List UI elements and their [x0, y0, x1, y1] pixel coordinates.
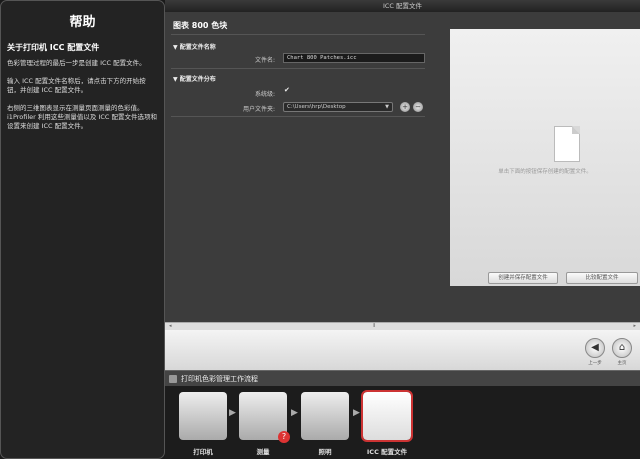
system-label: 系统级:: [254, 91, 275, 98]
arrow-right-icon: ▶: [291, 408, 298, 418]
scroll-thumb-icon[interactable]: ⦀: [373, 323, 375, 329]
step-label-icc-profile: ICC 配置文件: [366, 448, 408, 456]
add-folder-button[interactable]: +: [400, 102, 410, 112]
filename-label: 文件名:: [254, 57, 275, 64]
section-profile-name[interactable]: ▼ 配置文件名称: [173, 42, 216, 51]
user-folder-dropdown[interactable]: C:\Users\hrp\Desktop ▼: [283, 102, 393, 112]
arrow-right-icon: ▶: [353, 408, 360, 418]
filename-input[interactable]: Chart 800 Patches.icc: [283, 53, 425, 63]
help-badge-icon[interactable]: ?: [278, 431, 290, 443]
step-icc-profile[interactable]: [361, 390, 413, 442]
user-folder-value: C:\Users\hrp\Desktop: [287, 104, 346, 110]
profile-preview: 单击下面的按钮保存创建的配置文件。 创建并保存配置文件 比较配置文件: [450, 29, 640, 286]
help-subtitle: 关于打印机 ICC 配置文件: [7, 43, 100, 52]
workflow-title: 打印机色彩管理工作流程: [181, 375, 258, 383]
chevron-down-icon: ▼: [385, 104, 389, 110]
step-label-printer: 打印机: [193, 448, 213, 456]
remove-folder-button[interactable]: −: [413, 102, 423, 112]
step-label-lighting: 照明: [318, 448, 332, 456]
create-save-profile-button[interactable]: 创建并保存配置文件: [488, 272, 558, 284]
workflow-steps: 打印机 ▶ ? 测量 ▶ 照明 ▶ ICC 配置文件: [165, 386, 640, 459]
back-button[interactable]: ◀: [585, 338, 605, 358]
page-title: 图表 800 色块: [173, 21, 228, 30]
help-paragraph: 右侧的三维图表显示在测量页面测量的色彩值。i1Profiler 利用这些测量值以…: [7, 104, 158, 130]
scroll-left-icon[interactable]: ◂: [169, 323, 172, 329]
help-panel: 帮助 关于打印机 ICC 配置文件 色彩管理过程的最后一步是创建 ICC 配置文…: [0, 0, 165, 459]
back-label: 上一步: [588, 361, 602, 366]
user-folder-label: 用户文件夹:: [242, 106, 275, 113]
divider: [171, 68, 425, 69]
help-title: 帮助: [69, 15, 96, 30]
system-checkbox[interactable]: ✔: [284, 86, 290, 94]
divider: [171, 116, 425, 117]
help-paragraph: 输入 ICC 配置文件名称后，请点击下方的开始按钮，并创建 ICC 配置文件。: [7, 77, 146, 94]
step-lighting[interactable]: [301, 392, 349, 440]
document-icon: [554, 126, 580, 162]
step-printer[interactable]: [179, 392, 227, 440]
main-window: ICC 配置文件 图表 800 色块 ▼ 配置文件名称 文件名: Chart 8…: [165, 0, 640, 459]
scroll-right-icon[interactable]: ▸: [633, 323, 636, 329]
window-title: ICC 配置文件: [165, 0, 640, 12]
home-label: 主页: [617, 361, 627, 366]
workflow-bar: 打印机色彩管理工作流程: [165, 370, 640, 386]
section-profile-distribution[interactable]: ▼ 配置文件分布: [173, 74, 216, 83]
workflow-icon: [169, 375, 177, 383]
preview-hint: 单击下面的按钮保存创建的配置文件。: [498, 169, 592, 175]
arrow-right-icon: ▶: [229, 408, 236, 418]
content-area: 图表 800 色块 ▼ 配置文件名称 文件名: Chart 800 Patche…: [165, 12, 640, 322]
step-label-measure: 测量: [256, 448, 270, 456]
help-paragraph: 色彩管理过程的最后一步是创建 ICC 配置文件。: [7, 59, 146, 67]
compare-profile-button[interactable]: 比较配置文件: [566, 272, 638, 284]
step-measure[interactable]: ?: [239, 392, 290, 443]
home-button[interactable]: ⌂: [612, 338, 632, 358]
horizontal-scrollbar[interactable]: ◂ ⦀ ▸: [165, 322, 640, 330]
divider: [171, 34, 425, 35]
